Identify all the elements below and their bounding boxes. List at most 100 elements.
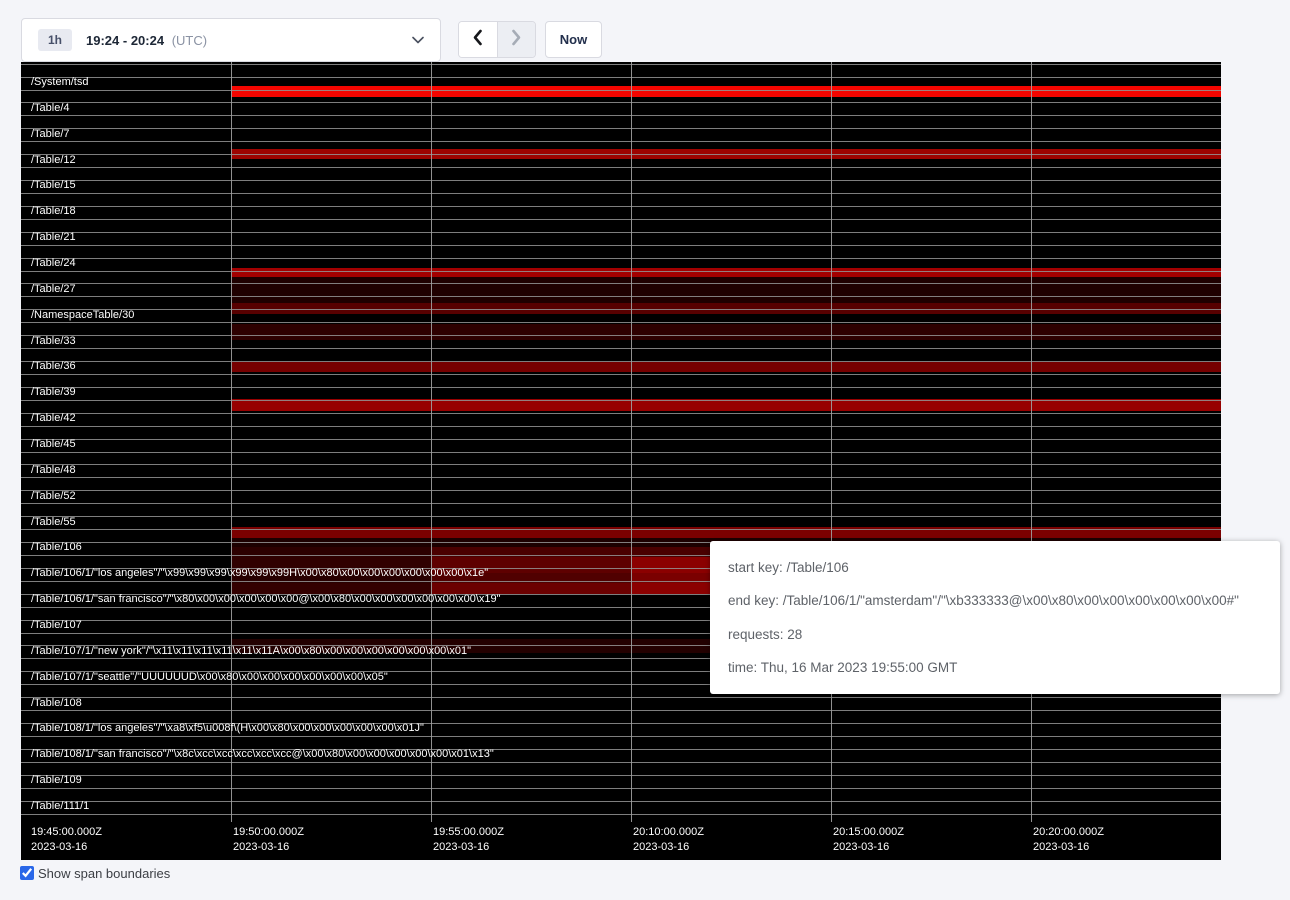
heat-band <box>231 362 1221 372</box>
span-boundary-line <box>21 206 1221 207</box>
row-label: /Table/108 <box>31 697 82 710</box>
span-boundary-line <box>21 193 1221 194</box>
heat-band <box>231 86 1221 97</box>
x-axis-tick: 19:45:00.000Z2023-03-16 <box>31 825 102 855</box>
row-label: /Table/12 <box>31 154 76 167</box>
now-button[interactable]: Now <box>545 21 602 58</box>
time-nav-group <box>458 21 536 58</box>
chevron-left-icon <box>472 29 483 51</box>
span-tooltip: start key: /Table/106 end key: /Table/10… <box>710 541 1280 694</box>
range-label: 19:24 - 20:24 (UTC) <box>86 33 207 48</box>
x-axis-tick: 20:20:00.000Z2023-03-16 <box>1033 825 1104 855</box>
key-visualizer-canvas[interactable]: /System/tsd/Table/4/Table/7/Table/12/Tab… <box>21 62 1221 860</box>
span-boundary-line <box>21 167 1221 168</box>
span-boundary-line <box>21 283 1221 284</box>
span-boundary-line <box>21 258 1221 259</box>
row-label: /Table/42 <box>31 412 76 425</box>
chevron-right-icon <box>511 29 522 51</box>
span-boundary-line <box>21 387 1221 388</box>
row-label: /System/tsd <box>31 76 88 89</box>
span-boundary-line <box>21 219 1221 220</box>
span-boundary-line <box>21 102 1221 103</box>
row-label: /Table/21 <box>31 231 76 244</box>
span-boundary-line <box>21 516 1221 517</box>
span-boundary-line <box>21 400 1221 401</box>
row-label: /Table/45 <box>31 438 76 451</box>
span-boundary-line <box>21 439 1221 440</box>
tooltip-end-key: end key: /Table/106/1/"amsterdam"/"\xb33… <box>728 593 1262 608</box>
range-duration-badge: 1h <box>38 29 72 51</box>
row-label: /Table/111/1 <box>31 800 89 813</box>
footer-controls: Show span boundaries <box>20 866 170 881</box>
x-axis-tick: 20:10:00.000Z2023-03-16 <box>633 825 704 855</box>
span-boundary-line <box>21 90 1221 91</box>
chevron-down-icon <box>412 36 424 44</box>
span-boundary-line <box>21 322 1221 323</box>
heat-band <box>231 324 1221 340</box>
span-boundary-line <box>21 348 1221 349</box>
time-bucket-line <box>1031 62 1032 822</box>
heat-band <box>231 268 1221 277</box>
span-boundary-line <box>21 128 1221 129</box>
span-boundary-line <box>21 296 1221 297</box>
tooltip-time: time: Thu, 16 Mar 2023 19:55:00 GMT <box>728 660 1262 675</box>
row-label: /Table/18 <box>31 205 76 218</box>
span-boundary-line <box>21 374 1221 375</box>
span-boundary-line <box>21 271 1221 272</box>
row-label: /Table/106 <box>31 541 82 554</box>
utc-suffix: (UTC) <box>168 33 207 48</box>
heat-band <box>231 399 1221 411</box>
row-label: /Table/52 <box>31 490 76 503</box>
x-axis-tick: 20:15:00.000Z2023-03-16 <box>833 825 904 855</box>
span-boundary-line <box>21 141 1221 142</box>
next-time-button[interactable] <box>498 22 536 57</box>
tooltip-requests: requests: 28 <box>728 627 1262 642</box>
row-label: /Table/107/1/"new york"/"\x11\x11\x11\x1… <box>31 645 471 658</box>
span-boundary-line <box>21 801 1221 802</box>
span-boundary-line <box>21 788 1221 789</box>
span-boundary-line <box>21 426 1221 427</box>
span-boundary-line <box>21 245 1221 246</box>
heat-band <box>231 277 1221 303</box>
row-label: /Table/39 <box>31 386 76 399</box>
span-boundary-line <box>21 736 1221 737</box>
row-label: /Table/33 <box>31 335 76 348</box>
span-boundary-line <box>21 335 1221 336</box>
row-label: /Table/109 <box>31 774 82 787</box>
span-boundary-line <box>21 490 1221 491</box>
span-boundary-line <box>21 64 1221 65</box>
time-bucket-line <box>231 62 232 822</box>
span-boundary-line <box>21 452 1221 453</box>
span-boundary-line <box>21 115 1221 116</box>
row-label: /Table/108/1/"los angeles"/"\xa8\xf5\u00… <box>31 722 424 735</box>
row-label: /Table/7 <box>31 128 70 141</box>
span-boundary-line <box>21 232 1221 233</box>
row-label: /Table/27 <box>31 283 76 296</box>
span-boundary-line <box>21 309 1221 310</box>
row-label: /Table/4 <box>31 102 70 115</box>
row-label: /Table/107 <box>31 619 82 632</box>
row-label: /Table/36 <box>31 360 76 373</box>
row-label: /Table/24 <box>31 257 76 270</box>
row-label: /NamespaceTable/30 <box>31 309 134 322</box>
x-axis-tick: 19:55:00.000Z2023-03-16 <box>433 825 504 855</box>
row-label: /Table/106/1/"los angeles"/"\x99\x99\x99… <box>31 567 488 580</box>
span-boundary-line <box>21 710 1221 711</box>
span-boundary-line <box>21 180 1221 181</box>
span-boundary-line <box>21 775 1221 776</box>
tooltip-start-key: start key: /Table/106 <box>728 560 1262 575</box>
row-label: /Table/15 <box>31 179 76 192</box>
span-boundary-line <box>21 361 1221 362</box>
span-boundary-line <box>21 477 1221 478</box>
row-label: /Table/108/1/"san francisco"/"\x8c\xcc\x… <box>31 748 494 761</box>
time-bucket-line <box>831 62 832 822</box>
row-label: /Table/107/1/"seattle"/"UUUUUUD\x00\x80\… <box>31 671 388 684</box>
span-boundary-line <box>21 413 1221 414</box>
span-boundary-line <box>21 814 1221 815</box>
span-boundary-line <box>21 77 1221 78</box>
span-boundary-line <box>21 697 1221 698</box>
time-range-dropdown[interactable]: 1h 19:24 - 20:24 (UTC) <box>21 18 441 62</box>
row-label: /Table/48 <box>31 464 76 477</box>
show-span-boundaries-checkbox[interactable] <box>20 866 34 880</box>
prev-time-button[interactable] <box>459 22 498 57</box>
